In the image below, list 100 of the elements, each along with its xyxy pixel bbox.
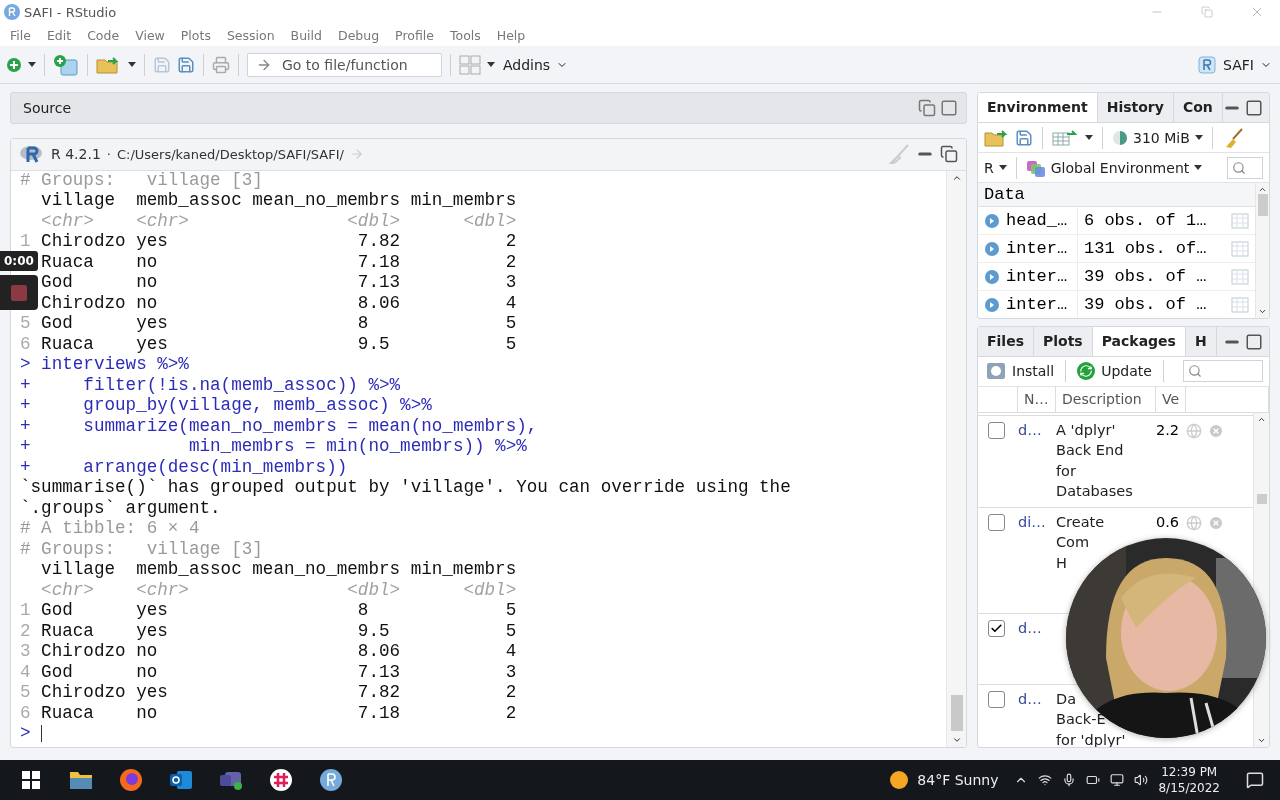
maximize-pane-icon[interactable] (1245, 99, 1263, 117)
package-name[interactable]: di… (1018, 511, 1056, 613)
package-description: H (1056, 554, 1067, 571)
maximize-pane-icon[interactable] (1245, 332, 1263, 351)
object-name[interactable]: head_… (978, 207, 1078, 234)
row-number: 2 (20, 620, 32, 642)
update-button[interactable]: Update (1075, 362, 1154, 381)
menu-item[interactable]: Build (282, 27, 330, 43)
checkbox[interactable] (988, 690, 1005, 708)
console-output: Ruaca no 7.18 2 (41, 251, 517, 273)
scroll-down-icon[interactable] (1257, 736, 1266, 745)
separator-dot: · (106, 146, 111, 162)
memory-usage-menu[interactable]: 310 MiB (1112, 129, 1203, 146)
stop-icon (11, 284, 27, 301)
battery-icon[interactable] (1086, 773, 1101, 787)
expand-icon[interactable] (984, 240, 1000, 257)
object-name[interactable]: inter… (978, 235, 1078, 262)
scrollbar[interactable] (946, 170, 966, 747)
menu-item[interactable]: Debug (330, 27, 388, 43)
clock[interactable]: 12:39 PM 8/15/2022 (1148, 764, 1230, 796)
addins-menu[interactable]: Addins (501, 56, 571, 73)
console-output: # A tibble: 6 × 4 (20, 518, 200, 539)
console-output: `summarise()` has grouped output by 'village'. You can override using the (20, 477, 791, 498)
pane-title: Source (23, 99, 73, 116)
stop-recording-button[interactable] (0, 275, 38, 310)
volume-icon[interactable] (1134, 773, 1149, 787)
scroll-thumb[interactable] (1257, 194, 1268, 216)
checkbox[interactable] (988, 421, 1005, 439)
console-output: God yes 8 5 (41, 600, 517, 621)
menu-item[interactable]: Session (218, 27, 283, 43)
column-header[interactable]: N… (1018, 386, 1056, 412)
menu-item[interactable]: Plots (172, 27, 219, 43)
open-folder-icon[interactable] (984, 128, 1008, 147)
monitor-icon[interactable] (1110, 773, 1125, 787)
checkbox[interactable] (988, 619, 1005, 637)
print-icon[interactable] (212, 55, 230, 74)
package-description: Create (1056, 513, 1105, 530)
working-directory: C:/Users/kaned/Desktop/SAFI/SAFI/ (116, 146, 344, 162)
object-name[interactable]: inter… (978, 263, 1078, 290)
import-dataset-icon[interactable] (1052, 129, 1078, 146)
package-name[interactable]: d… (1018, 419, 1056, 507)
clock-time: 12:39 PM (1161, 764, 1218, 780)
console-output: # Groups: village [3] (20, 538, 263, 560)
menu-item[interactable]: Help (488, 27, 534, 43)
refresh-icon (1077, 362, 1096, 381)
maximize-pane-icon[interactable] (940, 98, 958, 117)
weather-text[interactable]: 84°F Sunny (917, 772, 999, 788)
save-all-icon[interactable] (177, 55, 195, 74)
package-name[interactable]: d… (1018, 688, 1056, 747)
go-to-file-field[interactable]: Go to file/function (247, 52, 442, 77)
environment-menu[interactable]: Global Environment (1025, 157, 1203, 178)
console-output: # Groups: village [3] (20, 170, 263, 191)
grid-layout-icon[interactable] (459, 54, 481, 75)
pane-tab[interactable]: Packages (1092, 326, 1186, 356)
search-field[interactable] (1227, 156, 1263, 179)
menu-item[interactable]: Code (79, 27, 128, 43)
scroll-thumb[interactable] (950, 695, 963, 731)
console-output: Chirodzo no 8.06 4 (41, 292, 517, 314)
caret-icon (998, 165, 1007, 170)
save-icon[interactable] (1015, 128, 1033, 147)
column-header[interactable]: Ve (1156, 386, 1186, 412)
package-description: Databases (1056, 483, 1133, 500)
new-project-icon[interactable] (53, 53, 79, 76)
caret-icon (28, 62, 36, 67)
expand-icon[interactable] (984, 268, 1000, 285)
menu-item[interactable]: File (2, 27, 39, 43)
object-name[interactable]: inter… (978, 291, 1078, 318)
package-name[interactable]: d… (1018, 617, 1056, 684)
language-menu[interactable]: R (984, 159, 1007, 176)
command-line: > (20, 723, 31, 744)
network-icon[interactable] (1038, 773, 1053, 787)
package-description: for (1056, 462, 1076, 479)
menu-item[interactable]: Edit (38, 27, 80, 43)
scroll-up-icon[interactable] (1258, 185, 1267, 194)
expand-icon[interactable] (984, 296, 1000, 313)
new-file-icon[interactable] (6, 56, 22, 73)
scroll-thumb[interactable] (1256, 493, 1267, 504)
package-description: Back End (1056, 442, 1124, 459)
checkbox[interactable] (988, 513, 1005, 531)
expand-icon[interactable] (984, 212, 1000, 229)
package-description: A 'dplyr' (1056, 421, 1116, 438)
scrollbar[interactable] (1255, 183, 1269, 318)
column-header[interactable]: Description (1056, 386, 1156, 412)
console-output: village memb_assoc mean_no_membrs min_membrs (41, 559, 517, 580)
package-description: Da (1056, 690, 1077, 707)
search-icon (1232, 160, 1246, 175)
row-number: 5 (20, 682, 32, 703)
menu-item[interactable]: Tools (442, 27, 489, 43)
pane-tab[interactable]: Environment (978, 93, 1098, 122)
install-button[interactable]: Install (984, 362, 1057, 381)
project-menu[interactable]: SAFI (1195, 54, 1274, 75)
menu-item[interactable]: View (127, 27, 173, 43)
search-field[interactable] (1183, 360, 1263, 383)
console-output: village memb_assoc mean_no_membrs min_membrs (41, 190, 517, 211)
menu-item[interactable]: Profile (387, 27, 442, 43)
project-icon (1197, 54, 1218, 75)
restore-pane-icon[interactable] (940, 145, 958, 164)
scroll-down-icon[interactable] (951, 735, 962, 745)
microphone-icon[interactable] (1062, 773, 1077, 787)
restore-pane-icon[interactable] (918, 98, 936, 117)
